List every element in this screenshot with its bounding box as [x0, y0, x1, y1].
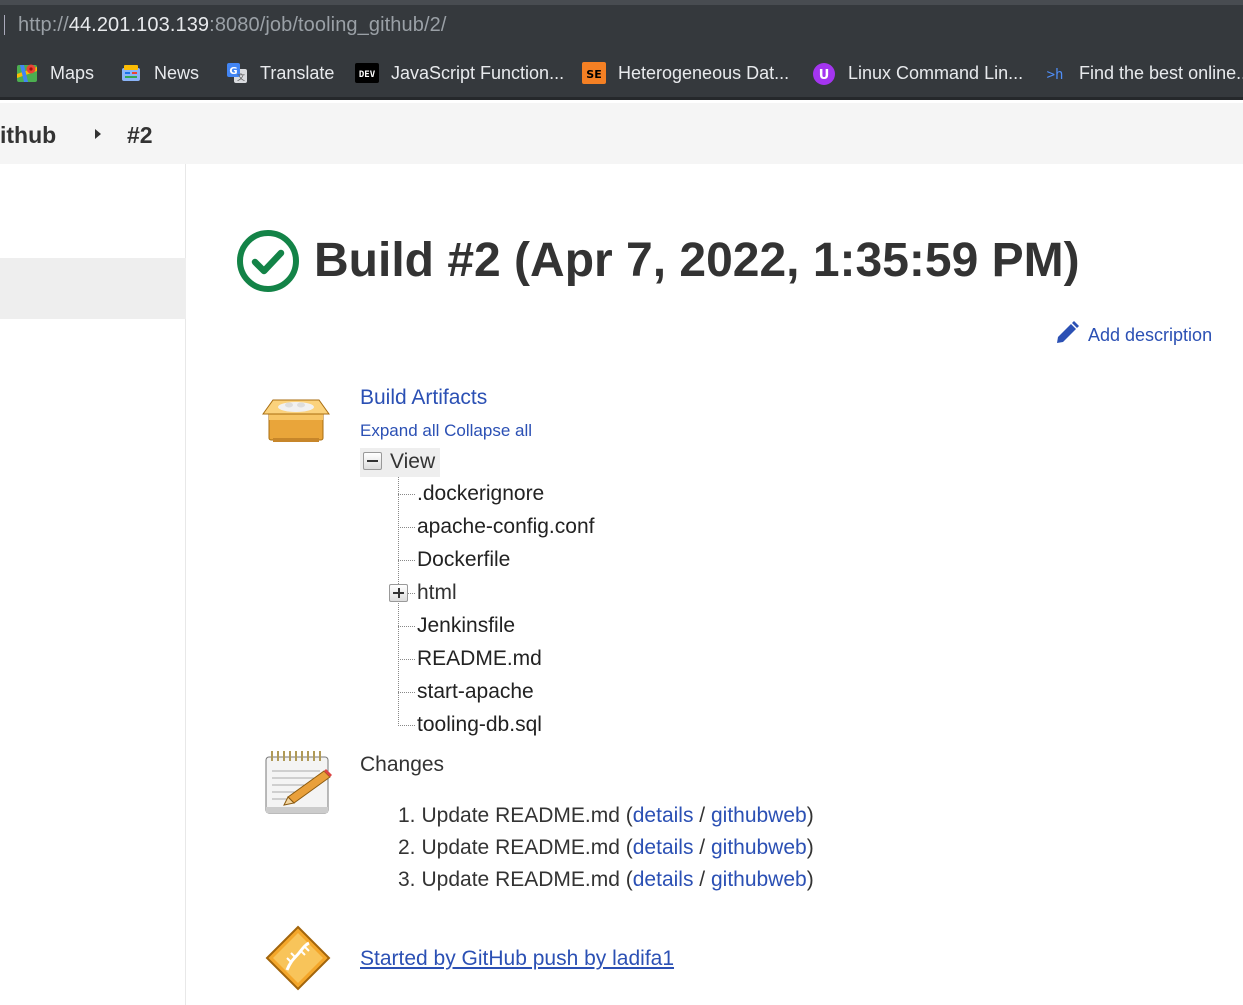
- change-number: 1.: [398, 804, 416, 827]
- artifact-file-link[interactable]: .dockerignore: [417, 482, 544, 506]
- package-icon: [259, 392, 333, 449]
- slash: /: [693, 804, 711, 827]
- expand-all-link[interactable]: Expand all: [360, 421, 439, 440]
- se-badge-text: SE: [586, 68, 601, 81]
- artifact-file-link[interactable]: Dockerfile: [417, 548, 510, 572]
- terminal-icon: >h: [1043, 62, 1067, 84]
- breadcrumb: ithub #2: [0, 103, 1243, 164]
- add-description-label: Add description: [1088, 325, 1213, 345]
- url-path: :8080/job/tooling_github/2/: [209, 14, 447, 36]
- tree-branch: [398, 725, 415, 726]
- expand-icon[interactable]: [389, 584, 408, 602]
- add-description-link[interactable]: Add description: [1054, 320, 1212, 351]
- bookmark-label: Translate: [260, 62, 335, 83]
- started-by-link[interactable]: Started by GitHub push by ladifa1: [360, 947, 674, 971]
- page-title: Build #2 (Apr 7, 2022, 1:35:59 PM): [314, 234, 1080, 287]
- side-panel-selected-item[interactable]: [0, 258, 186, 319]
- bookmark-dev[interactable]: DEV JavaScript Function...: [355, 61, 564, 85]
- translate-icon: G文: [226, 62, 248, 84]
- bookmark-label: News: [154, 62, 200, 83]
- tree-branch: [398, 626, 415, 627]
- details-link[interactable]: details: [633, 804, 694, 827]
- githubweb-link[interactable]: githubweb: [711, 804, 807, 827]
- collapse-icon[interactable]: [363, 452, 382, 470]
- artifact-folder[interactable]: html: [417, 581, 457, 605]
- close-paren: ): [806, 804, 814, 827]
- change-item: 2. Update README.md (details / githubweb): [398, 836, 814, 860]
- artifact-file-link[interactable]: tooling-db.sql: [417, 713, 542, 737]
- change-number: 2.: [398, 836, 416, 859]
- se-icon: SE: [582, 62, 606, 84]
- address-bar[interactable]: http://44.201.103.139:8080/job/tooling_g…: [0, 5, 1243, 47]
- svg-text:文: 文: [237, 72, 245, 82]
- tree-branch: [398, 494, 415, 495]
- bookmark-label: Find the best online...: [1079, 62, 1243, 83]
- u-badge-text: U: [819, 68, 830, 83]
- close-paren: ): [806, 868, 814, 891]
- tree-branch: [398, 692, 415, 693]
- bookmark-label: Maps: [50, 62, 95, 83]
- text-caret: [4, 15, 5, 35]
- side-panel: [0, 164, 186, 1005]
- bookmark-label: JavaScript Function...: [391, 62, 565, 83]
- change-number: 3.: [398, 868, 416, 891]
- slash: /: [693, 868, 711, 891]
- change-text: Update README.md (: [421, 804, 633, 827]
- dev-badge-text: DEV: [359, 70, 376, 80]
- details-link[interactable]: details: [633, 836, 694, 859]
- pencil-icon: [1054, 320, 1080, 351]
- githubweb-link[interactable]: githubweb: [711, 836, 807, 859]
- change-text: Update README.md (: [421, 836, 633, 859]
- tree-root-label: View: [390, 450, 436, 473]
- maps-icon: [16, 62, 38, 84]
- change-item: 1. Update README.md (details / githubweb): [398, 804, 814, 828]
- bookmark-maps[interactable]: Maps: [16, 61, 94, 85]
- slash: /: [693, 836, 711, 859]
- news-icon: [120, 62, 142, 84]
- build-artifacts-link[interactable]: Build Artifacts: [360, 386, 487, 410]
- bookmark-label: Linux Command Lin...: [848, 62, 1024, 83]
- tree-branch: [398, 560, 415, 561]
- tree-branch: [398, 527, 415, 528]
- tree-root-node[interactable]: View: [360, 448, 440, 477]
- artifact-file-link[interactable]: README.md: [417, 647, 542, 671]
- artifact-file-link[interactable]: apache-config.conf: [417, 515, 594, 539]
- dev-icon: DEV: [355, 62, 379, 84]
- github-push-cause-icon: [265, 925, 331, 996]
- u-icon: U: [812, 62, 836, 85]
- tree-branch: [408, 593, 415, 594]
- artifact-file-link[interactable]: Jenkinsfile: [417, 614, 515, 638]
- bookmark-se[interactable]: SE Heterogeneous Dat...: [582, 61, 789, 85]
- tree-branch: [398, 659, 415, 660]
- artifact-file-link[interactable]: start-apache: [417, 680, 534, 704]
- breadcrumb-job[interactable]: ithub: [0, 122, 56, 149]
- bookmark-translate[interactable]: G文 Translate: [226, 61, 334, 85]
- url-host: 44.201.103.139: [68, 14, 210, 36]
- url-scheme: http://: [18, 14, 69, 36]
- expand-collapse-controls: Expand all Collapse all: [360, 421, 532, 441]
- bookmark-linux-command[interactable]: U Linux Command Lin...: [812, 61, 1023, 85]
- change-text: Update README.md (: [421, 868, 633, 891]
- details-link[interactable]: details: [633, 868, 694, 891]
- terminal-badge-text: >h: [1047, 67, 1064, 83]
- breadcrumb-build[interactable]: #2: [127, 122, 153, 149]
- close-paren: ): [806, 836, 814, 859]
- success-check-icon: [236, 229, 300, 293]
- url-text[interactable]: http://44.201.103.139:8080/job/tooling_g…: [18, 14, 447, 37]
- change-item: 3. Update README.md (details / githubweb): [398, 868, 814, 892]
- bookmark-find-best[interactable]: >h Find the best online...: [1043, 61, 1243, 85]
- changes-title: Changes: [360, 753, 445, 776]
- notepad-icon: [262, 749, 334, 822]
- bookmarks-bar: Maps News G文 Translate DEV JavaScript Fu…: [0, 47, 1243, 100]
- breadcrumb-chevron-icon[interactable]: [95, 129, 101, 139]
- bookmark-news[interactable]: News: [120, 61, 199, 85]
- bookmark-label: Heterogeneous Dat...: [618, 62, 790, 83]
- collapse-all-link[interactable]: Collapse all: [444, 421, 532, 440]
- githubweb-link[interactable]: githubweb: [711, 868, 807, 891]
